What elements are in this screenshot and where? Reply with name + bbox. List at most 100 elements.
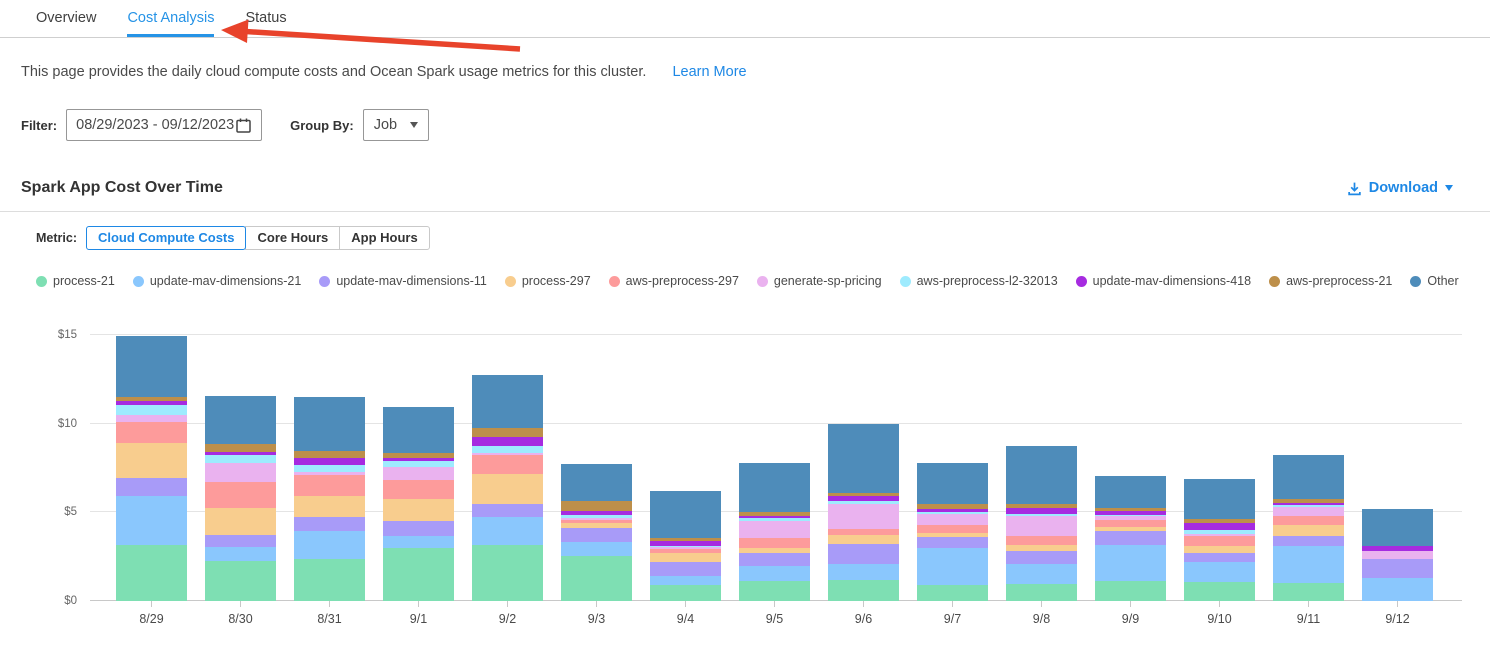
bar-segment[interactable] <box>472 455 543 474</box>
bar-segment[interactable] <box>294 559 365 601</box>
bar-segment[interactable] <box>561 464 632 501</box>
bar-segment[interactable] <box>472 504 543 517</box>
bar-segment[interactable] <box>383 499 454 521</box>
bar-segment[interactable] <box>383 521 454 537</box>
bar-segment[interactable] <box>205 561 276 601</box>
bar-segment[interactable] <box>294 458 365 465</box>
bar-segment[interactable] <box>294 531 365 559</box>
metric-option-cloud-compute-costs[interactable]: Cloud Compute Costs <box>86 226 247 250</box>
bar-segment[interactable] <box>650 576 721 585</box>
bar-segment[interactable] <box>1095 476 1166 509</box>
learn-more-link[interactable]: Learn More <box>672 64 746 80</box>
legend-item[interactable]: aws-preprocess-l2-32013 <box>900 274 1058 288</box>
bar-segment[interactable] <box>472 545 543 601</box>
bar-segment[interactable] <box>917 548 988 585</box>
legend-item[interactable]: process-21 <box>36 274 115 288</box>
bar-segment[interactable] <box>1006 584 1077 601</box>
bar-segment[interactable] <box>739 463 810 512</box>
bar-segment[interactable] <box>1006 446 1077 504</box>
bar-segment[interactable] <box>561 501 632 511</box>
metric-option-core-hours[interactable]: Core Hours <box>245 226 340 250</box>
legend-item[interactable]: update-mav-dimensions-21 <box>133 274 301 288</box>
bar-segment[interactable] <box>1184 562 1255 581</box>
bar-segment[interactable] <box>1006 516 1077 536</box>
bar-segment[interactable] <box>1273 507 1344 516</box>
bar-segment[interactable] <box>116 405 187 415</box>
bar-segment[interactable] <box>1273 516 1344 525</box>
tab-cost-analysis[interactable]: Cost Analysis <box>127 0 214 37</box>
bar-segment[interactable] <box>1273 455 1344 499</box>
bar-segment[interactable] <box>116 496 187 545</box>
bar-segment[interactable] <box>828 424 899 493</box>
bar-segment[interactable] <box>917 585 988 601</box>
bar-segment[interactable] <box>383 407 454 453</box>
download-button[interactable]: Download <box>1347 180 1453 196</box>
bar-segment[interactable] <box>205 547 276 562</box>
bar-segment[interactable] <box>650 553 721 562</box>
bar-segment[interactable] <box>828 564 899 580</box>
legend-item[interactable]: aws-preprocess-21 <box>1269 274 1392 288</box>
bar-segment[interactable] <box>917 525 988 533</box>
bar-segment[interactable] <box>1184 553 1255 562</box>
bar-segment[interactable] <box>116 336 187 397</box>
bar-segment[interactable] <box>561 542 632 556</box>
bar-segment[interactable] <box>1095 531 1166 544</box>
bar-segment[interactable] <box>739 521 810 538</box>
bar-segment[interactable] <box>205 396 276 444</box>
tab-status[interactable]: Status <box>245 0 286 37</box>
bar-segment[interactable] <box>205 482 276 508</box>
bar-segment[interactable] <box>294 465 365 472</box>
bar-segment[interactable] <box>1273 525 1344 535</box>
bar-segment[interactable] <box>1184 479 1255 519</box>
metric-option-app-hours[interactable]: App Hours <box>339 226 429 250</box>
bar-segment[interactable] <box>1006 551 1077 564</box>
legend-item[interactable]: process-297 <box>505 274 591 288</box>
bar-segment[interactable] <box>917 537 988 548</box>
bar-segment[interactable] <box>116 422 187 443</box>
bar-segment[interactable] <box>1362 509 1433 546</box>
bar-segment[interactable] <box>650 585 721 601</box>
bar-segment[interactable] <box>472 375 543 428</box>
bar-segment[interactable] <box>739 566 810 582</box>
bar-segment[interactable] <box>1095 520 1166 527</box>
bar-segment[interactable] <box>828 535 899 543</box>
bar-segment[interactable] <box>1362 578 1433 601</box>
bar-segment[interactable] <box>205 535 276 547</box>
legend-item[interactable]: update-mav-dimensions-11 <box>319 274 487 288</box>
bar-segment[interactable] <box>739 553 810 566</box>
bar-segment[interactable] <box>294 475 365 496</box>
bar-segment[interactable] <box>205 508 276 535</box>
date-range-input[interactable]: 08/29/2023 - 09/12/2023 <box>66 109 262 141</box>
legend-item[interactable]: Other <box>1410 274 1458 288</box>
bar-segment[interactable] <box>116 478 187 496</box>
bar-segment[interactable] <box>205 444 276 452</box>
bar-segment[interactable] <box>917 463 988 504</box>
bar-segment[interactable] <box>383 467 454 480</box>
bar-segment[interactable] <box>1184 523 1255 530</box>
bar-segment[interactable] <box>1362 559 1433 578</box>
bar-segment[interactable] <box>472 437 543 445</box>
bar-segment[interactable] <box>739 581 810 601</box>
bar-segment[interactable] <box>561 556 632 601</box>
bar-segment[interactable] <box>739 538 810 548</box>
bar-segment[interactable] <box>383 480 454 499</box>
bar-segment[interactable] <box>472 517 543 545</box>
bar-segment[interactable] <box>294 496 365 518</box>
tab-overview[interactable]: Overview <box>36 0 96 37</box>
bar-segment[interactable] <box>294 451 365 458</box>
bar-segment[interactable] <box>1362 551 1433 559</box>
bar-segment[interactable] <box>1184 582 1255 602</box>
bar-segment[interactable] <box>1184 536 1255 546</box>
bar-segment[interactable] <box>1273 583 1344 601</box>
bar-segment[interactable] <box>1006 536 1077 545</box>
bar-segment[interactable] <box>383 548 454 601</box>
bar-segment[interactable] <box>1006 564 1077 584</box>
bar-segment[interactable] <box>116 415 187 422</box>
bar-segment[interactable] <box>828 580 899 601</box>
bar-segment[interactable] <box>472 428 543 437</box>
bar-segment[interactable] <box>1095 581 1166 601</box>
bar-segment[interactable] <box>1095 545 1166 581</box>
bar-segment[interactable] <box>383 536 454 548</box>
legend-item[interactable]: aws-preprocess-297 <box>609 274 739 288</box>
bar-segment[interactable] <box>828 504 899 529</box>
